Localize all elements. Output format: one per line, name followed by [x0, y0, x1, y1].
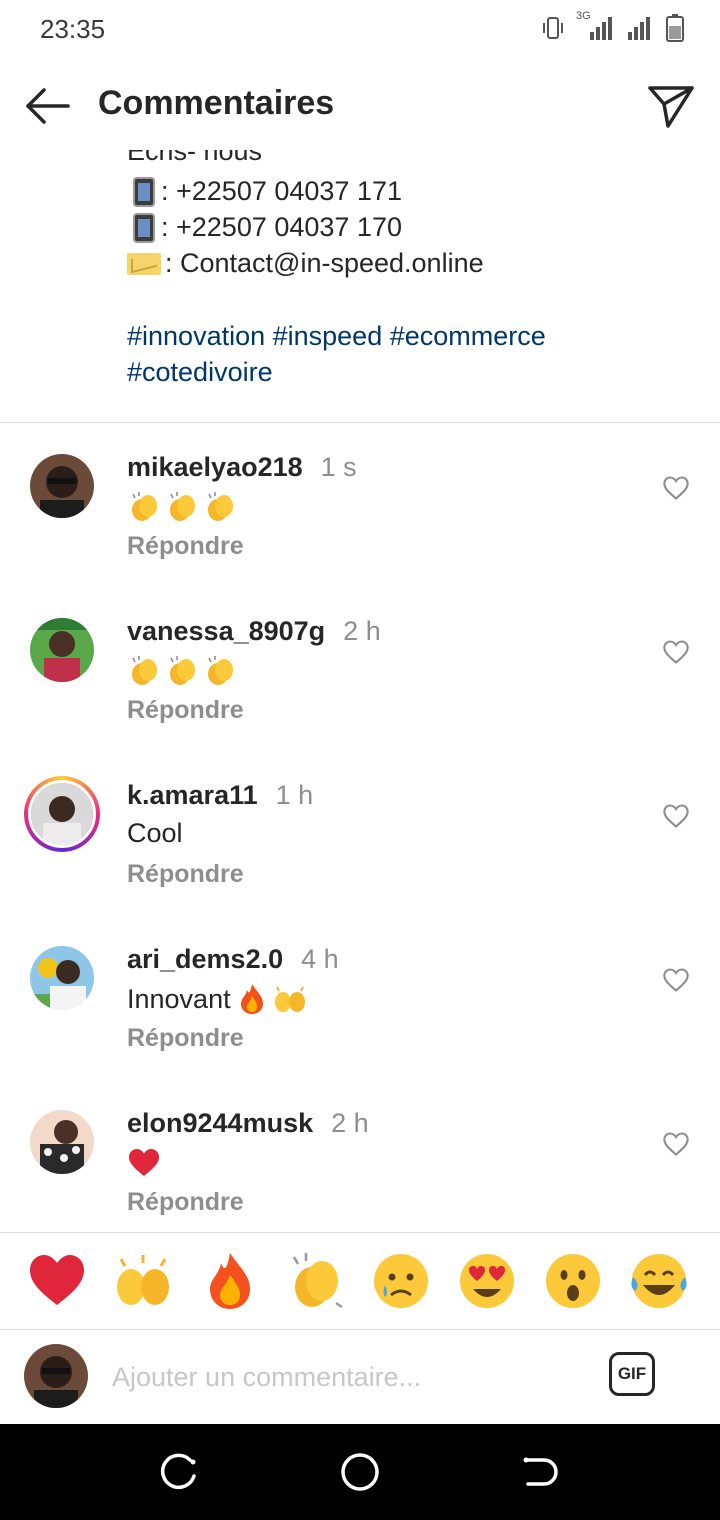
- caption-clipped-line: Ecris- nous: [127, 150, 263, 166]
- comment-time: 2 h: [331, 1108, 369, 1138]
- caption-contact-phone-1: : +22507 04037 171: [127, 176, 402, 207]
- clapping-hands-emoji-icon: [170, 656, 195, 685]
- battery-icon: [666, 14, 684, 42]
- status-bar: 23:35 3G: [0, 0, 720, 62]
- vibrate-icon: [543, 17, 563, 39]
- username-text[interactable]: k.amara11: [127, 780, 258, 810]
- avatar[interactable]: [30, 1110, 94, 1174]
- username-text[interactable]: elon9244musk: [127, 1108, 313, 1138]
- comment-text: [127, 490, 237, 524]
- reply-button[interactable]: Répondre: [127, 1024, 244, 1053]
- current-user-avatar: [24, 1344, 88, 1408]
- caption-contact-email: : Contact@in-speed.online: [127, 248, 484, 279]
- mobile-phone-icon: [133, 212, 155, 243]
- signal-icon: [628, 17, 650, 40]
- clapping-hands-emoji-icon: [132, 492, 157, 521]
- clapping-hands-reaction-icon[interactable]: [286, 1251, 346, 1311]
- comment-text: Cool: [127, 818, 183, 848]
- post-caption: Ecris- nous : +22507 04037 171 : +22507 …: [0, 150, 720, 422]
- comment-item: k.amara11 1 h Cool Répondre: [0, 776, 720, 932]
- reply-button[interactable]: Répondre: [127, 532, 244, 561]
- comment-time: 1 h: [275, 780, 314, 810]
- comment-item: ari_dems2.0 4 h Innovant Répondre: [0, 944, 720, 1096]
- signal-3g-icon: 3G: [576, 10, 616, 42]
- avatar[interactable]: [30, 618, 94, 682]
- gif-button[interactable]: GIF: [609, 1352, 655, 1396]
- envelope-icon: [127, 252, 161, 275]
- comment-text-value: Innovant: [127, 983, 231, 1014]
- comment-time: 4 h: [301, 944, 339, 974]
- reply-button[interactable]: Répondre: [127, 696, 244, 725]
- clapping-hands-emoji-icon: [208, 656, 233, 685]
- comment-time: 2 h: [343, 616, 381, 646]
- heart-eyes-face-reaction-icon[interactable]: [457, 1251, 517, 1311]
- fire-reaction-icon[interactable]: [200, 1251, 260, 1311]
- red-heart-reaction-icon[interactable]: [27, 1251, 87, 1311]
- quick-reactions-bar: [0, 1232, 720, 1330]
- header: Commentaires: [0, 62, 720, 150]
- reply-button[interactable]: Répondre: [127, 860, 244, 889]
- contact-email[interactable]: : Contact@in-speed.online: [165, 248, 484, 279]
- heart-outline-icon[interactable]: [662, 802, 690, 830]
- system-nav-bar: [0, 1424, 720, 1520]
- status-icons: 3G: [540, 10, 684, 42]
- raising-hands-reaction-icon[interactable]: [113, 1251, 173, 1311]
- back-nav-icon[interactable]: [520, 1452, 560, 1492]
- heart-outline-icon[interactable]: [662, 474, 690, 502]
- username-text[interactable]: mikaelyao218: [127, 452, 303, 482]
- username-text[interactable]: ari_dems2.0: [127, 944, 283, 974]
- caption-contact-phone-2: : +22507 04037 170: [127, 212, 402, 243]
- sad-tear-face-reaction-icon[interactable]: [371, 1251, 431, 1311]
- clapping-hands-emoji-icon: [132, 656, 157, 685]
- caption-hashtags[interactable]: #innovation #inspeed #ecommerce #cotediv…: [127, 318, 687, 390]
- surprised-face-reaction-icon[interactable]: [543, 1251, 603, 1311]
- tears-of-joy-face-reaction-icon[interactable]: [629, 1251, 689, 1311]
- avatar[interactable]: [30, 454, 94, 518]
- comment-item: mikaelyao218 1 s Répondre: [0, 452, 720, 604]
- comment-text: [127, 654, 237, 688]
- comment-time: 1 s: [320, 452, 357, 482]
- comment-item: vanessa_8907g 2 h Répondre: [0, 616, 720, 768]
- phone-number-1: : +22507 04037 171: [161, 176, 402, 206]
- reply-button[interactable]: Répondre: [127, 1188, 244, 1217]
- back-arrow-icon[interactable]: [22, 80, 74, 132]
- clapping-hands-emoji-icon: [170, 492, 195, 521]
- page-title: Commentaires: [98, 84, 335, 122]
- comment-input[interactable]: [110, 1352, 594, 1402]
- raising-hands-emoji-icon: [274, 986, 305, 1012]
- home-icon[interactable]: [340, 1452, 380, 1492]
- comment-text: Innovant: [127, 982, 307, 1016]
- recent-apps-icon[interactable]: [160, 1452, 200, 1492]
- comment-username[interactable]: ari_dems2.0 4 h: [127, 944, 339, 975]
- username-text[interactable]: vanessa_8907g: [127, 616, 325, 646]
- status-time: 23:35: [40, 14, 106, 44]
- comment-username[interactable]: elon9244musk 2 h: [127, 1108, 369, 1139]
- red-heart-emoji-icon: [129, 1149, 159, 1176]
- comment-text: [127, 1146, 161, 1180]
- send-direct-icon[interactable]: [646, 80, 696, 130]
- clapping-hands-emoji-icon: [208, 492, 233, 521]
- heart-outline-icon[interactable]: [662, 638, 690, 666]
- phone-number-2: : +22507 04037 170: [161, 212, 402, 242]
- comment-username[interactable]: k.amara11 1 h: [127, 780, 313, 811]
- comment-username[interactable]: mikaelyao218 1 s: [127, 452, 357, 483]
- comment-composer: GIF: [0, 1328, 720, 1424]
- heart-outline-icon[interactable]: [662, 966, 690, 994]
- avatar-with-story-ring[interactable]: [24, 776, 100, 852]
- avatar[interactable]: [30, 946, 94, 1010]
- mobile-phone-icon: [133, 176, 155, 207]
- heart-outline-icon[interactable]: [662, 1130, 690, 1158]
- fire-emoji-icon: [240, 984, 263, 1014]
- comment-username[interactable]: vanessa_8907g 2 h: [127, 616, 381, 647]
- caption-divider: [0, 422, 720, 423]
